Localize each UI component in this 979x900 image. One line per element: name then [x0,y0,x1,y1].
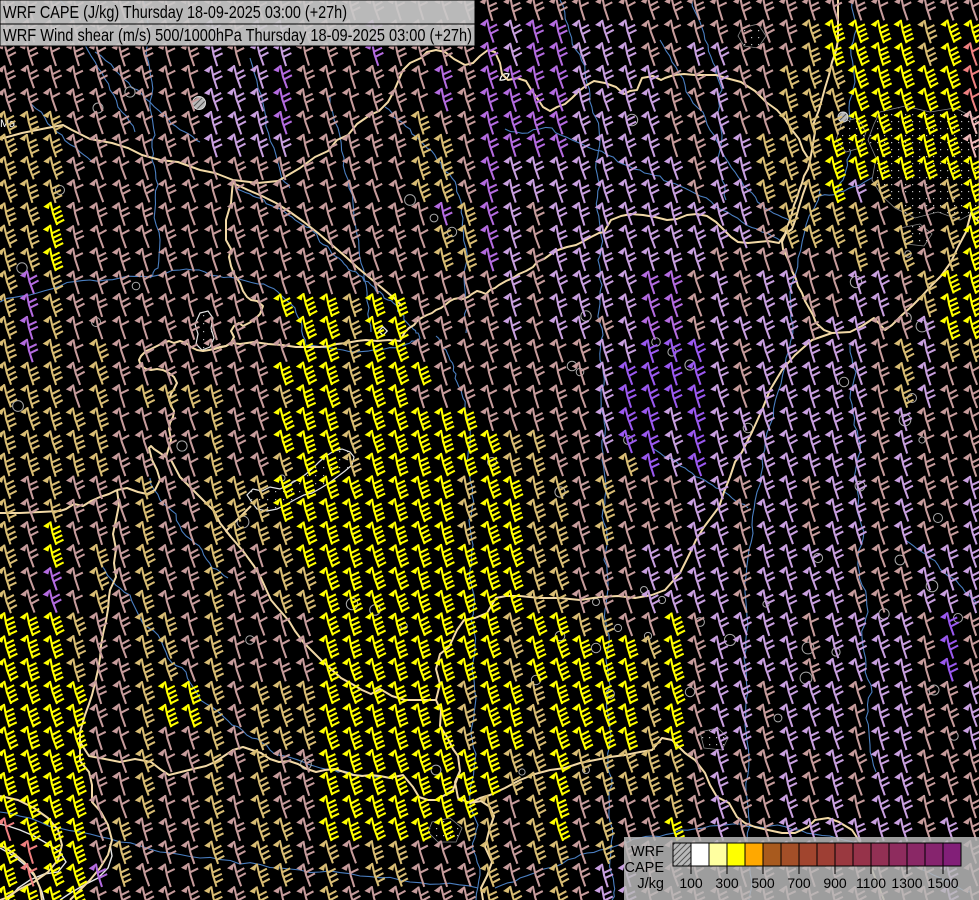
svg-text:J/kg: J/kg [637,876,664,892]
svg-text:700: 700 [787,875,811,891]
svg-text:900: 900 [823,875,847,891]
svg-text:WRF CAPE (J/kg) Thursday 18-09: WRF CAPE (J/kg) Thursday 18-09-2025 03:0… [3,2,347,22]
svg-text:1500: 1500 [927,875,958,891]
svg-text:300: 300 [715,875,739,891]
svg-text:WRF Wind shear (m/s) 500/1000h: WRF Wind shear (m/s) 500/1000hPa Thursda… [3,25,472,45]
svg-text:100: 100 [679,875,703,891]
svg-text:1100: 1100 [856,875,886,891]
svg-text:CAPE: CAPE [625,860,665,876]
svg-text:1300: 1300 [891,875,922,891]
svg-text:500: 500 [751,875,775,891]
svg-text:WRF: WRF [631,844,664,860]
